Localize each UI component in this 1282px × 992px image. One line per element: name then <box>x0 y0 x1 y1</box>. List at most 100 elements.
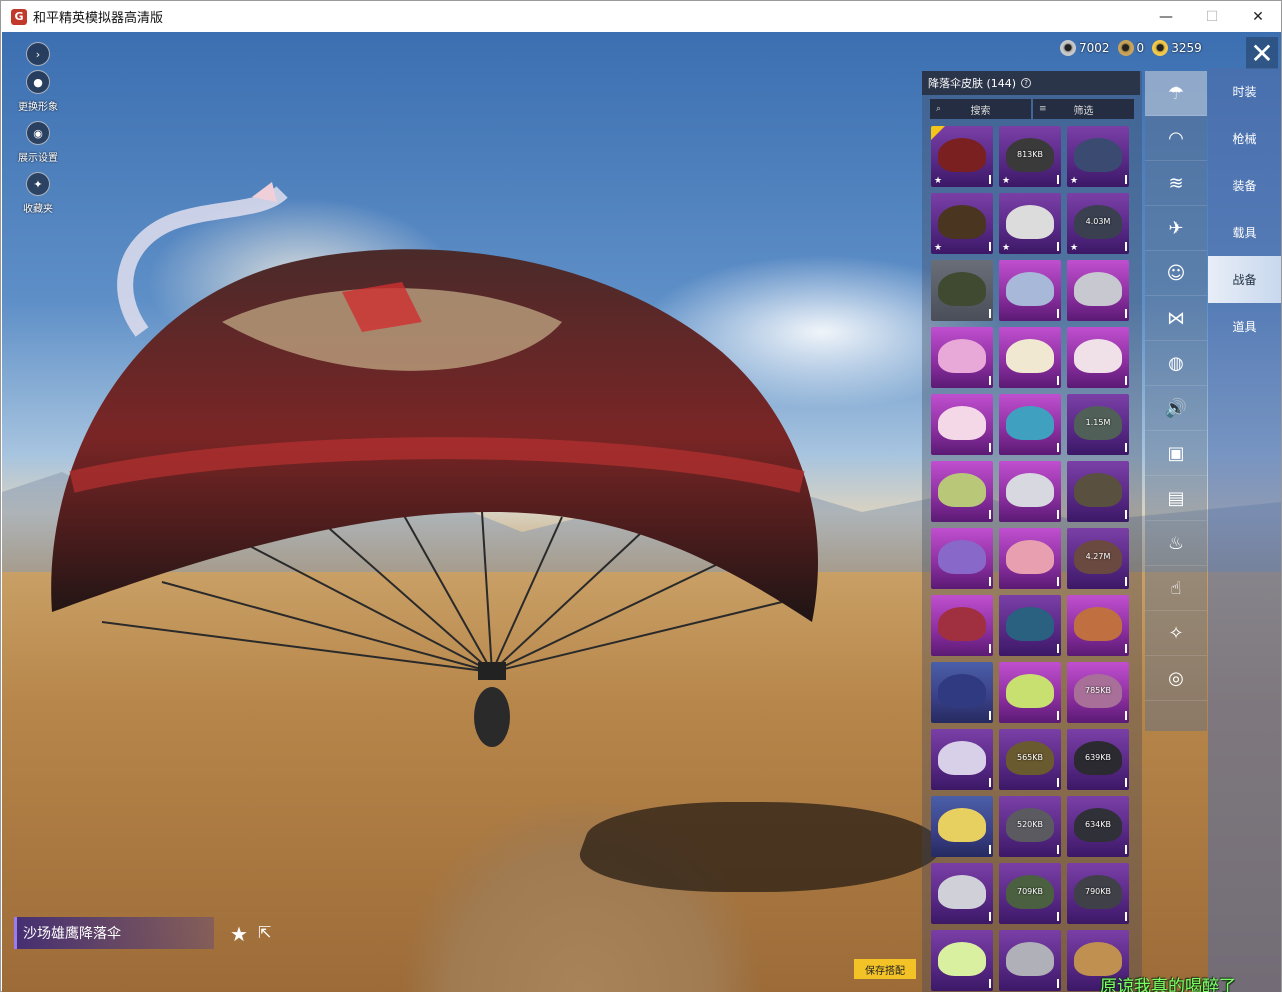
favorite-star-icon[interactable]: ★ <box>230 922 248 946</box>
skin-tile[interactable] <box>999 662 1061 723</box>
skin-tile[interactable]: 790KB <box>1067 863 1129 924</box>
parachute-thumbnail <box>1074 339 1122 373</box>
voice-icon[interactable]: 🔊 <box>1145 386 1207 431</box>
skin-tile[interactable]: 1.15M <box>1067 394 1129 455</box>
skin-tile[interactable]: 4.03M ★ <box>1067 193 1129 254</box>
tab-2[interactable]: 装备 <box>1208 162 1281 209</box>
skin-tile[interactable] <box>1067 461 1129 522</box>
skin-tile[interactable] <box>1067 260 1129 321</box>
skin-tile[interactable]: 565KB <box>999 729 1061 790</box>
download-size: 565KB <box>1016 753 1043 762</box>
wing-icon[interactable]: ◠ <box>1145 116 1207 161</box>
skin-tile[interactable]: 639KB <box>1067 729 1129 790</box>
badge-icon[interactable]: ✦ <box>26 172 50 196</box>
skin-tile[interactable] <box>931 595 993 656</box>
parachute-thumbnail <box>1074 473 1122 507</box>
skin-tile[interactable]: 634KB <box>1067 796 1129 857</box>
tab-3[interactable]: 载具 <box>1208 209 1281 256</box>
skin-tile[interactable] <box>931 729 993 790</box>
skin-tile[interactable] <box>999 327 1061 388</box>
close-icon[interactable]: ✕ <box>1246 37 1278 70</box>
trail-icon[interactable]: ≋ <box>1145 161 1207 206</box>
skin-tile[interactable]: 520KB <box>999 796 1061 857</box>
parachute-thumbnail <box>938 875 986 909</box>
download-size: 1.15M <box>1085 418 1111 427</box>
parachute-thumbnail <box>938 540 986 574</box>
tab-1[interactable]: 枪械 <box>1208 115 1281 162</box>
skin-tile[interactable] <box>931 863 993 924</box>
parachute-thumbnail <box>1074 607 1122 641</box>
skin-tile[interactable] <box>999 260 1061 321</box>
download-size: 813KB <box>1016 150 1043 159</box>
spray-icon[interactable]: ♨ <box>1145 521 1207 566</box>
skin-tile[interactable] <box>999 461 1061 522</box>
currency-bar: ● 7002 ● 0 ● 3259 <box>1060 40 1202 56</box>
skin-tile[interactable]: ★ <box>999 193 1061 254</box>
filter-button[interactable]: ≡ 筛选 <box>1033 99 1134 119</box>
plane-icon[interactable]: ✈ <box>1145 206 1207 251</box>
skin-tile[interactable] <box>931 662 993 723</box>
search-button[interactable]: ⌕ 搜索 <box>930 99 1031 119</box>
skin-tile[interactable]: ★ <box>931 126 993 187</box>
eye-icon[interactable]: ◉ <box>26 121 50 145</box>
skin-tile[interactable] <box>931 461 993 522</box>
panel-header: 降落伞皮肤 (144) ? <box>922 71 1140 95</box>
minimize-button[interactable]: — <box>1143 1 1189 32</box>
parachute-thumbnail <box>1006 674 1054 708</box>
saucer-icon[interactable]: ◎ <box>1145 656 1207 701</box>
pet-icon[interactable]: ◍ <box>1145 341 1207 386</box>
skin-tile[interactable]: ★ <box>931 193 993 254</box>
tile-marker <box>989 845 991 854</box>
box-icon[interactable]: ▣ <box>1145 431 1207 476</box>
photo-icon[interactable]: ▤ <box>1145 476 1207 521</box>
info-icon[interactable]: ? <box>1021 78 1032 88</box>
avatar-icon[interactable]: ● <box>26 70 50 94</box>
skin-tile[interactable] <box>931 327 993 388</box>
tile-marker <box>1125 845 1127 854</box>
tab-0[interactable]: 时装 <box>1208 68 1281 115</box>
left-toolbar: › ● 更换形象 ◉ 展示设置 ✦ 收藏夹 <box>14 42 62 219</box>
app-logo-icon: G <box>11 8 27 25</box>
skin-tile[interactable] <box>931 930 993 991</box>
share-icon[interactable]: ⇱ <box>258 923 278 942</box>
skin-tile[interactable] <box>999 930 1061 991</box>
skin-tile[interactable] <box>1067 595 1129 656</box>
tile-marker <box>1057 376 1059 385</box>
skin-tile[interactable]: 785KB <box>1067 662 1129 723</box>
hand-icon[interactable]: ☝ <box>1145 566 1207 611</box>
maximize-button[interactable]: ☐ <box>1189 1 1235 32</box>
skin-tile[interactable] <box>931 796 993 857</box>
drone-icon[interactable]: ⋈ <box>1145 296 1207 341</box>
parachute-thumbnail <box>1006 942 1054 976</box>
star-icon: ★ <box>934 243 943 253</box>
skin-tile[interactable] <box>931 394 993 455</box>
skin-tile[interactable]: 4.27M <box>1067 528 1129 589</box>
play-arrow-icon[interactable]: › <box>26 42 50 66</box>
tile-marker <box>1057 644 1059 653</box>
parachute-thumbnail <box>1006 540 1054 574</box>
tab-5[interactable]: 道具 <box>1208 303 1281 350</box>
parachute-thumbnail <box>938 138 986 172</box>
skin-tile[interactable] <box>999 528 1061 589</box>
close-window-button[interactable]: ✕ <box>1235 1 1281 32</box>
tile-marker <box>1057 979 1059 988</box>
skin-tile[interactable]: 813KB ★ <box>999 126 1061 187</box>
skin-tile[interactable] <box>931 260 993 321</box>
title-bar: G 和平精英模拟器高清版 — ☐ ✕ <box>1 1 1281 32</box>
filter-label: 筛选 <box>1073 105 1094 117</box>
skin-tile[interactable] <box>999 595 1061 656</box>
skin-tile[interactable] <box>931 528 993 589</box>
tile-marker <box>1125 778 1127 787</box>
skin-tile[interactable] <box>1067 327 1129 388</box>
parachute-thumbnail <box>1006 339 1054 373</box>
parachute-thumbnail <box>938 272 986 306</box>
parachute-icon[interactable]: ☂ <box>1145 71 1207 116</box>
skin-tile[interactable] <box>999 394 1061 455</box>
save-outfit-button[interactable]: 保存搭配 <box>854 959 916 979</box>
wand-icon[interactable]: ✧ <box>1145 611 1207 656</box>
tab-4[interactable]: 战备 <box>1208 256 1281 303</box>
skin-tile[interactable]: 709KB <box>999 863 1061 924</box>
skin-tile[interactable]: ★ <box>1067 126 1129 187</box>
emote-icon[interactable]: ☺ <box>1145 251 1207 296</box>
parachute-shadow <box>565 802 959 892</box>
